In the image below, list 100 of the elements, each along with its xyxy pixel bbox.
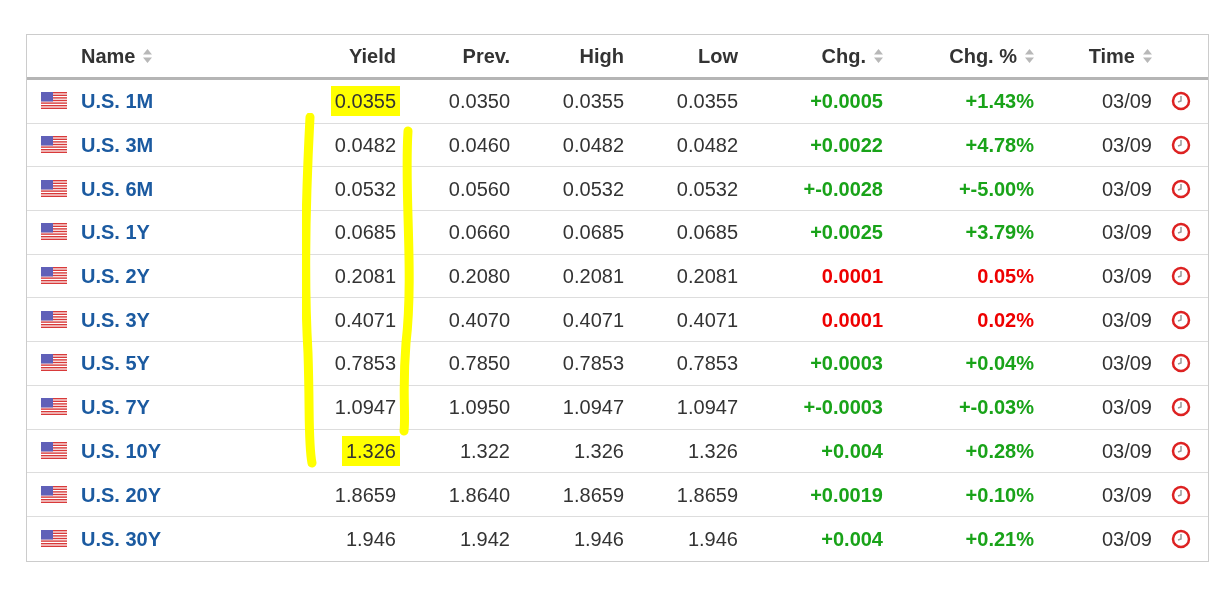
table-cell-text: 0.0685 <box>562 220 624 246</box>
table-cell-text: 0.0560 <box>448 176 510 202</box>
change-value: +0.004 <box>821 438 883 464</box>
column-header: High <box>579 44 624 69</box>
sort-icon[interactable] <box>874 49 883 63</box>
table-cell-text: 0.7853 <box>562 351 624 377</box>
change-percent: +3.79% <box>965 220 1034 246</box>
clock-icon <box>1170 397 1191 418</box>
column-header[interactable]: Time <box>1088 41 1152 71</box>
change-value: +0.0022 <box>810 133 883 159</box>
column-header[interactable]: Chg. % <box>949 41 1034 71</box>
table-cell-text: 0.0685 <box>676 220 738 246</box>
table-cell-text: 1.946 <box>687 526 738 552</box>
column-header[interactable]: Chg. <box>821 41 883 71</box>
time-value: 03/09 <box>1101 264 1152 290</box>
sort-icon[interactable] <box>1025 49 1034 63</box>
clock-icon <box>1170 440 1191 461</box>
flag-icon <box>41 179 67 198</box>
column-header[interactable]: Name <box>81 41 153 71</box>
bond-name-link[interactable]: U.S. 1Y <box>81 217 150 248</box>
change-percent: +0.28% <box>965 438 1034 464</box>
table-cell-text: 0.0482 <box>562 133 624 159</box>
change-percent: +0.21% <box>965 526 1034 552</box>
table-cell-text: 1.946 <box>573 526 624 552</box>
change-value: +0.0005 <box>810 89 883 115</box>
change-value: +0.0003 <box>810 351 883 377</box>
table-cell-text: 0.2081 <box>562 264 624 290</box>
column-header: Low <box>698 44 738 69</box>
clock-icon <box>1170 266 1191 287</box>
change-value: 0.0001 <box>821 264 883 290</box>
column-header: Yield <box>348 44 396 69</box>
bond-name-link[interactable]: U.S. 6M <box>81 173 154 204</box>
time-value: 03/09 <box>1101 351 1152 377</box>
table-cell-text: 0.0482 <box>676 133 738 159</box>
time-value: 03/09 <box>1101 526 1152 552</box>
table-cell-text: 0.4070 <box>448 307 510 333</box>
table-cell-text: 0.4071 <box>562 307 624 333</box>
time-value: 03/09 <box>1101 307 1152 333</box>
table-cell-text: 0.0355 <box>562 89 624 115</box>
bond-name-link[interactable]: U.S. 30Y <box>81 523 162 554</box>
flag-icon <box>41 92 67 111</box>
yield-value: 0.7853 <box>334 351 396 377</box>
yield-value: 1.0947 <box>334 395 396 421</box>
change-value: +0.0019 <box>810 482 883 508</box>
change-value: 0.0001 <box>821 307 883 333</box>
bond-name-link[interactable]: U.S. 7Y <box>81 392 150 423</box>
table-cell-text: 1.0947 <box>676 395 738 421</box>
clock-icon <box>1170 353 1191 374</box>
table-cell-text: 0.2080 <box>448 264 510 290</box>
change-percent: 0.02% <box>977 307 1034 333</box>
change-percent: +4.78% <box>965 133 1034 159</box>
sort-icon[interactable] <box>1143 49 1152 63</box>
bond-name-link[interactable]: U.S. 1M <box>81 86 154 117</box>
time-value: 03/09 <box>1101 482 1152 508</box>
yield-value: 0.0685 <box>334 220 396 246</box>
column-header: Prev. <box>462 44 510 69</box>
bond-name-link[interactable]: U.S. 10Y <box>81 435 162 466</box>
flag-icon <box>41 485 67 504</box>
yield-value: 0.2081 <box>334 264 396 290</box>
change-value: +-0.0003 <box>803 395 883 421</box>
highlighted-yield: 0.0355 <box>330 86 400 117</box>
table-cell-text: 0.2081 <box>676 264 738 290</box>
yield-value: 0.0532 <box>334 176 396 202</box>
table-cell-text: 0.4071 <box>676 307 738 333</box>
flag-icon <box>41 398 67 417</box>
table-cell-text: 0.0460 <box>448 133 510 159</box>
table-cell-text: 0.0355 <box>676 89 738 115</box>
yield-value: 0.0482 <box>334 133 396 159</box>
sort-icon[interactable] <box>143 49 153 63</box>
clock-icon <box>1170 528 1191 549</box>
change-percent: +0.10% <box>965 482 1034 508</box>
clock-icon <box>1170 135 1191 156</box>
table-cell-text: 0.0532 <box>562 176 624 202</box>
change-value: +0.004 <box>821 526 883 552</box>
table-cell-text: 1.8659 <box>562 482 624 508</box>
table-cell-text: 1.326 <box>573 438 624 464</box>
time-value: 03/09 <box>1101 438 1152 464</box>
bond-name-link[interactable]: U.S. 3M <box>81 130 154 161</box>
time-value: 03/09 <box>1101 133 1152 159</box>
clock-icon <box>1170 178 1191 199</box>
table-cell-text: 1.8640 <box>448 482 510 508</box>
bond-name-link[interactable]: U.S. 5Y <box>81 348 150 379</box>
time-value: 03/09 <box>1101 89 1152 115</box>
yield-value: 0.4071 <box>334 307 396 333</box>
bond-name-link[interactable]: U.S. 3Y <box>81 304 150 335</box>
flag-icon <box>41 136 67 155</box>
change-percent: 0.05% <box>977 264 1034 290</box>
table-cell-text: 0.7850 <box>448 351 510 377</box>
change-percent: +-0.03% <box>958 395 1034 421</box>
change-value: +0.0025 <box>810 220 883 246</box>
bond-name-link[interactable]: U.S. 20Y <box>81 479 162 510</box>
clock-icon <box>1170 309 1191 330</box>
yield-value: 1.946 <box>345 526 396 552</box>
table-cell-text: 1.0947 <box>562 395 624 421</box>
bond-name-link[interactable]: U.S. 2Y <box>81 261 150 292</box>
flag-icon <box>41 529 67 548</box>
change-value: +-0.0028 <box>803 176 883 202</box>
time-value: 03/09 <box>1101 395 1152 421</box>
table-cell-text: 0.0660 <box>448 220 510 246</box>
table-cell-text: 0.0532 <box>676 176 738 202</box>
